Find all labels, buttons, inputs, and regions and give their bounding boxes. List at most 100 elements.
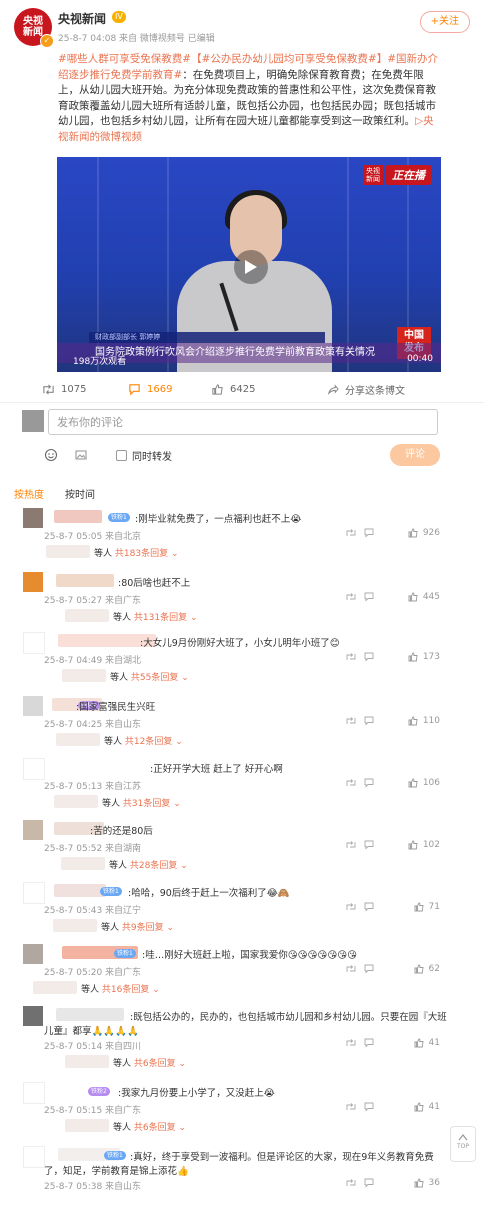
reply-summary[interactable]: 等人 共183条回复 ⌄ <box>94 546 178 559</box>
author-name[interactable]: 央视新闻 <box>58 10 106 27</box>
commenter-avatar[interactable] <box>23 696 43 716</box>
video-player[interactable]: 央视 新闻 正在播 中国 发布 财政部副部长 郭婷婷 国务院政策例行吹风会介绍逐… <box>57 157 441 372</box>
commenter-name[interactable] <box>54 510 102 523</box>
reply-summary[interactable]: 等人 共55条回复 ⌄ <box>110 670 189 683</box>
comment-like-button[interactable]: 106 <box>408 778 440 788</box>
repost-icon[interactable] <box>346 902 356 912</box>
repost-icon[interactable] <box>346 1178 356 1188</box>
comment-actions <box>346 592 374 602</box>
comment-text: :我家九月份要上小学了，又没赶上😭 <box>118 1088 275 1099</box>
commenter-avatar[interactable] <box>23 820 43 840</box>
tab-hot[interactable]: 按热度 <box>14 486 44 501</box>
comment-button[interactable]: 1669 <box>128 379 484 399</box>
reply-count-link[interactable]: 共6条回复 <box>134 1123 176 1133</box>
tab-time[interactable]: 按时间 <box>65 486 95 501</box>
commenter-avatar[interactable] <box>23 508 43 528</box>
comment-icon[interactable] <box>364 902 374 912</box>
repost-icon[interactable] <box>346 528 356 538</box>
comment-icon[interactable] <box>364 1102 374 1112</box>
emoji-icon[interactable] <box>44 448 58 462</box>
video-duration: 00:40 <box>407 354 433 364</box>
comment-like-button[interactable]: 36 <box>414 1178 440 1188</box>
share-button[interactable]: 分享这条博文 <box>326 379 405 399</box>
comment-like-button[interactable]: 445 <box>408 592 440 602</box>
commenter-avatar[interactable] <box>23 1006 43 1026</box>
commenter-name[interactable] <box>56 574 114 587</box>
commenter-name[interactable] <box>56 1008 124 1021</box>
like-button[interactable]: 6425 <box>211 379 255 399</box>
comment-like-button[interactable]: 102 <box>408 840 440 850</box>
comment-like-button[interactable]: 926 <box>408 528 440 538</box>
like-count: 6425 <box>230 383 256 395</box>
reply-summary[interactable]: 等人 共6条回复 ⌄ <box>113 1120 186 1133</box>
comment-like-button[interactable]: 71 <box>414 902 440 912</box>
commenter-avatar[interactable] <box>23 632 45 654</box>
commenter-avatar[interactable] <box>23 572 43 592</box>
comment-icon[interactable] <box>364 652 374 662</box>
commenter-avatar[interactable] <box>23 1146 45 1168</box>
reply-count-link[interactable]: 共6条回复 <box>134 1059 176 1069</box>
submit-comment-button[interactable]: 评论 <box>390 444 440 466</box>
reply-summary[interactable]: 等人 共131条回复 ⌄ <box>113 610 197 623</box>
repost-icon[interactable] <box>346 840 356 850</box>
reply-count-link[interactable]: 共9条回复 <box>122 923 164 933</box>
comment-icon[interactable] <box>364 778 374 788</box>
comment-count: 1669 <box>147 383 173 395</box>
comment-like-button[interactable]: 41 <box>414 1038 440 1048</box>
reply-summary[interactable]: 等人 共16条回复 ⌄ <box>81 982 160 995</box>
comment-like-button[interactable]: 62 <box>414 964 440 974</box>
comment-icon[interactable] <box>364 528 374 538</box>
play-icon[interactable] <box>234 250 268 284</box>
commenter-avatar[interactable] <box>23 944 43 964</box>
repost-checkbox[interactable]: 同时转发 <box>116 448 172 463</box>
repost-button[interactable]: 1075 <box>42 379 86 399</box>
reply-summary[interactable]: 等人 共12条回复 ⌄ <box>104 734 183 747</box>
repost-icon[interactable] <box>346 964 356 974</box>
reply-count-link[interactable]: 共31条回复 <box>123 799 170 809</box>
reply-summary[interactable]: 等人 共28条回复 ⌄ <box>109 858 188 871</box>
comment-meta: 25-8-7 05:52 来自湖南 <box>44 844 142 854</box>
reply-count-link[interactable]: 共28条回复 <box>130 861 177 871</box>
reply-summary[interactable]: 等人 共9条回复 ⌄ <box>101 920 174 933</box>
repost-icon[interactable] <box>346 592 356 602</box>
comment-actions <box>346 716 374 726</box>
reply-count-link[interactable]: 共12条回复 <box>125 737 172 747</box>
image-icon[interactable] <box>74 448 88 462</box>
comment-like-button[interactable]: 41 <box>414 1102 440 1112</box>
follow-button[interactable]: +关注 <box>419 11 470 33</box>
checkbox-box[interactable] <box>116 449 127 461</box>
comment-icon[interactable] <box>364 1038 374 1048</box>
comment-icon[interactable] <box>364 716 374 726</box>
reply-count-link[interactable]: 共55条回复 <box>131 673 178 683</box>
comment-text: :80后啥也赶不上 <box>118 578 191 589</box>
commenter-avatar[interactable] <box>23 882 45 904</box>
comment-icon[interactable] <box>364 592 374 602</box>
author-avatar[interactable]: 央视 新闻 ✓ <box>14 8 54 48</box>
reply-count-link[interactable]: 共131条回复 <box>134 613 187 623</box>
reply-count-link[interactable]: 共16条回复 <box>102 985 149 995</box>
comment-input[interactable] <box>48 409 438 435</box>
share-label: 分享这条博文 <box>345 385 405 397</box>
repost-icon[interactable] <box>346 716 356 726</box>
commenter-name[interactable] <box>54 884 106 897</box>
comment-like-button[interactable]: 173 <box>408 652 440 662</box>
comment-icon[interactable] <box>364 840 374 850</box>
repost-icon[interactable] <box>346 1038 356 1048</box>
commenter-avatar[interactable] <box>23 1082 45 1104</box>
reply-summary[interactable]: 等人 共31条回复 ⌄ <box>102 796 181 809</box>
comment-icon[interactable] <box>364 1178 374 1188</box>
comment-like-button[interactable]: 110 <box>408 716 440 726</box>
repost-icon[interactable] <box>346 652 356 662</box>
commenter-avatar[interactable] <box>23 758 45 780</box>
comment-meta: 25-8-7 05:38 来自山东 <box>44 1182 142 1192</box>
back-to-top-button[interactable]: TOP <box>450 1126 476 1162</box>
comment-icon[interactable] <box>364 964 374 974</box>
reply-count-link[interactable]: 共183条回复 <box>115 549 168 559</box>
repost-icon[interactable] <box>346 778 356 788</box>
reply-summary[interactable]: 等人 共6条回复 ⌄ <box>113 1056 186 1069</box>
repost-icon[interactable] <box>346 1102 356 1112</box>
hashtag-link[interactable]: #哪些人群可享受免保教费# <box>58 53 191 65</box>
like-count: 102 <box>422 840 440 850</box>
hashtag-link[interactable]: 【#公办民办幼儿园均可享受免保教费#】 <box>191 53 387 65</box>
reply-avatars <box>65 1055 109 1068</box>
